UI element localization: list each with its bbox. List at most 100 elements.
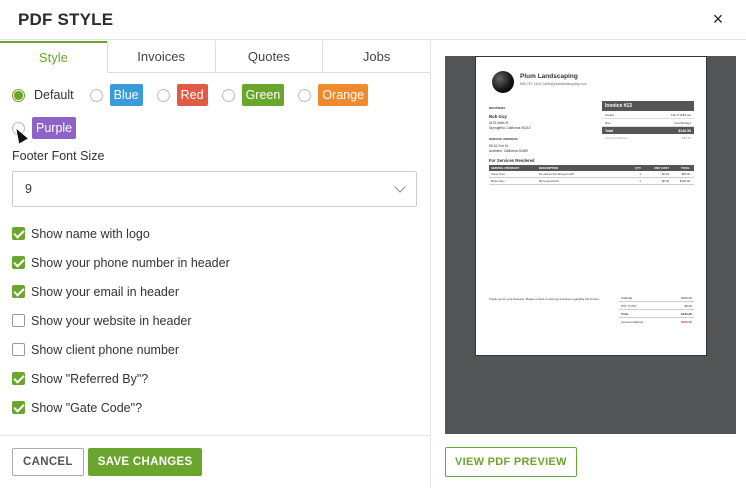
option-show-client-phone[interactable]: Show client phone number	[12, 335, 418, 364]
cell: Clean Pool	[491, 172, 505, 176]
header-options: Show name with logo Show your phone numb…	[12, 219, 418, 422]
invoice-title-bar: Invoice #13	[602, 101, 694, 111]
service-address-1: 89 42 2nd St	[489, 144, 508, 148]
radio-green[interactable]	[221, 88, 235, 102]
checkbox[interactable]	[12, 227, 25, 240]
th-unit-cost: UNIT COST	[653, 166, 669, 170]
option-show-referred-by[interactable]: Show "Referred By"?	[12, 364, 418, 393]
option-label: Show name with logo	[31, 226, 150, 241]
cell: $50.00	[681, 172, 690, 176]
recipient-label: RECIPIENT:	[489, 106, 506, 110]
recipient-address-1: 9123 Main St	[489, 121, 509, 125]
option-show-name-with-logo[interactable]: Show name with logo	[12, 219, 418, 248]
save-changes-button[interactable]: SAVE CHANGES	[87, 448, 203, 476]
option-show-phone[interactable]: Show your phone number in header	[12, 248, 418, 277]
pdf-preview-frame: Plum Landscaping 555-757-1116 | hello@pl…	[445, 56, 736, 434]
pdf-style-dialog: PDF STYLE × Style Invoices Quotes Jobs D…	[0, 0, 746, 488]
color-label-default: Default	[34, 88, 74, 102]
th-qty: QTY	[635, 166, 641, 170]
close-icon[interactable]: ×	[708, 9, 728, 30]
th-service: SERVICE / PRODUCT	[491, 166, 520, 170]
acc-value: $40.50	[681, 135, 691, 140]
recipient-name: Bob Guy	[489, 114, 507, 119]
acc-label: Account balance	[605, 135, 628, 140]
checkbox[interactable]	[12, 372, 25, 385]
company-name: Plum Landscaping	[520, 73, 578, 80]
option-label: Show your website in header	[31, 313, 192, 328]
checkbox[interactable]	[12, 401, 25, 414]
recipient-address-2: Springfield, California 90210	[489, 126, 531, 130]
cell: $0.00	[662, 172, 669, 176]
option-label: Show client phone number	[31, 342, 180, 357]
footer-font-size-label: Footer Font Size	[12, 149, 105, 163]
option-show-gate-code[interactable]: Show "Gate Code"?	[12, 393, 418, 422]
cancel-button[interactable]: CANCEL	[12, 448, 84, 476]
tab-jobs[interactable]: Jobs	[322, 41, 430, 72]
color-option-green[interactable]: Green	[221, 84, 285, 106]
radio-default[interactable]	[12, 88, 25, 102]
color-option-blue[interactable]: Blue	[89, 84, 143, 106]
summary-value: $0.00	[684, 303, 692, 308]
radio-orange[interactable]	[298, 88, 312, 102]
total-label: Total	[605, 128, 614, 133]
cell: Do and do this all good stuff	[539, 172, 574, 176]
invoice-issued-row: Issued Feb 6 2018 pst	[602, 111, 694, 119]
settings-panel: Style Invoices Quotes Jobs Default Blue …	[0, 41, 431, 435]
thanks-note: Thank you for your business. Please cont…	[489, 297, 600, 301]
footer-font-size-value: 9	[25, 182, 32, 196]
option-label: Show your email in header	[31, 284, 179, 299]
th-description: DESCRIPTION	[539, 166, 559, 170]
cell: More good stuff	[539, 179, 559, 183]
footer-font-size-select[interactable]: 9	[12, 171, 417, 207]
option-label: Show "Gate Code"?	[31, 400, 143, 415]
due-value: Feb 08 days	[674, 120, 691, 125]
summary-row: Account balance $240.00	[619, 318, 694, 325]
color-options: Default Blue Red Green Orange Purple	[0, 73, 430, 140]
color-label-red: Red	[176, 84, 208, 106]
cell: 1	[639, 172, 641, 176]
company-contact: 555-757-1116 | hello@plumlandscaping.com	[520, 82, 587, 86]
summary-row: PST (7.0%) $0.00	[619, 302, 694, 310]
summary-value: $150.00	[681, 295, 692, 300]
option-label: Show "Referred By"?	[31, 371, 149, 386]
preview-panel: Plum Landscaping 555-757-1116 | hello@pl…	[432, 41, 746, 488]
table-row: Mow Lawn More good stuff 2 $0.00 $100.00	[489, 178, 694, 185]
color-option-orange[interactable]: Orange	[298, 84, 369, 106]
pdf-page: Plum Landscaping 555-757-1116 | hello@pl…	[475, 56, 707, 356]
services-table: SERVICE / PRODUCT DESCRIPTION QTY UNIT C…	[489, 165, 694, 185]
radio-red[interactable]	[156, 88, 170, 102]
option-show-email[interactable]: Show your email in header	[12, 277, 418, 306]
table-row: Clean Pool Do and do this all good stuff…	[489, 171, 694, 178]
cell: 2	[639, 179, 641, 183]
color-option-default[interactable]: Default	[12, 84, 76, 106]
invoice-box: Invoice #13 Issued Feb 6 2018 pst Due Feb …	[602, 101, 694, 141]
cell: $0.00	[662, 179, 669, 183]
company-logo-icon	[492, 71, 514, 93]
color-label-purple: Purple	[32, 117, 77, 139]
tab-invoices[interactable]: Invoices	[106, 41, 215, 72]
dialog-title: PDF STYLE	[18, 9, 114, 29]
issued-label: Issued	[605, 112, 614, 117]
tab-bar: Style Invoices Quotes Jobs	[0, 41, 430, 73]
color-label-orange: Orange	[318, 84, 369, 106]
radio-blue[interactable]	[89, 88, 103, 102]
option-show-website[interactable]: Show your website in header	[12, 306, 418, 335]
checkbox[interactable]	[12, 256, 25, 269]
color-label-green: Green	[241, 84, 285, 106]
checkbox[interactable]	[12, 343, 25, 356]
invoice-balance-row: Account balance $40.50	[602, 134, 694, 141]
summary-row: Subtotal $150.00	[619, 294, 694, 302]
summary-value: $240.00	[681, 319, 692, 324]
color-option-red[interactable]: Red	[156, 84, 208, 106]
color-label-blue: Blue	[109, 84, 143, 106]
summary-label: PST (7.0%)	[621, 303, 637, 308]
option-label: Show your phone number in header	[31, 255, 230, 270]
tab-quotes[interactable]: Quotes	[214, 41, 323, 72]
cell: $100.00	[679, 179, 690, 183]
tab-style[interactable]: Style	[0, 41, 107, 73]
checkbox[interactable]	[12, 285, 25, 298]
view-pdf-preview-button[interactable]: VIEW PDF PREVIEW	[445, 447, 577, 477]
checkbox[interactable]	[12, 314, 25, 327]
invoice-due-row: Due Feb 08 days	[602, 119, 694, 127]
cell: Mow Lawn	[491, 179, 505, 183]
